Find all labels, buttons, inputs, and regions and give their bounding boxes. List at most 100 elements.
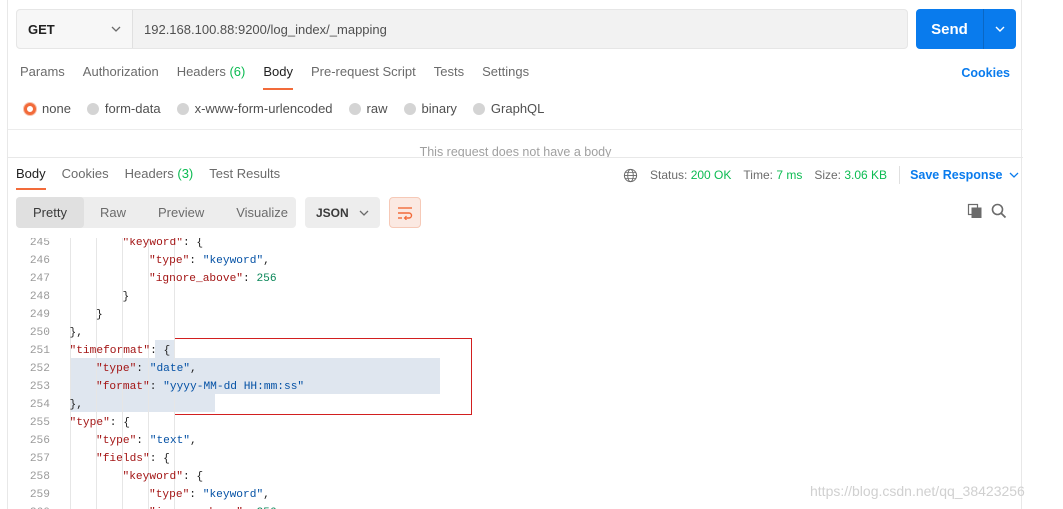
status-value[interactable]: 200 OK bbox=[691, 168, 732, 182]
json-punctuation: : { bbox=[182, 471, 204, 483]
json-punctuation: , bbox=[190, 435, 197, 447]
json-punctuation: : { bbox=[109, 417, 130, 429]
tab-tests[interactable]: Tests bbox=[434, 62, 464, 90]
tab-body[interactable]: Body bbox=[263, 62, 293, 90]
radio-none[interactable]: none bbox=[24, 101, 71, 116]
json-punctuation: : bbox=[136, 363, 150, 375]
send-options-button[interactable] bbox=[984, 9, 1016, 49]
tab-label: Test Results bbox=[209, 166, 281, 181]
status-label: Status: bbox=[650, 168, 688, 182]
json-punctuation: , bbox=[263, 489, 270, 501]
radio-label: binary bbox=[421, 101, 457, 116]
size-value[interactable]: 3.06 KB bbox=[844, 168, 887, 182]
tab-label: Pre-request Script bbox=[310, 64, 416, 79]
json-punctuation: : { bbox=[182, 238, 204, 249]
line-number: 246 bbox=[29, 255, 50, 267]
save-response-button[interactable]: Save Response bbox=[910, 168, 1002, 182]
view-preview[interactable]: Preview bbox=[142, 197, 220, 228]
view-raw[interactable]: Raw bbox=[84, 197, 142, 228]
code-line: 248} bbox=[8, 288, 1023, 306]
format-select[interactable]: JSON bbox=[305, 197, 380, 228]
line-number: 254 bbox=[29, 399, 50, 411]
radio-dot bbox=[24, 102, 36, 115]
json-punctuation: : bbox=[189, 255, 203, 267]
json-key: "ignore_above" bbox=[149, 273, 243, 285]
line-number: 249 bbox=[29, 309, 50, 321]
radio-x-www-form-urlencoded[interactable]: x-www-form-urlencoded bbox=[176, 101, 333, 116]
response-meta: Status: 200 OK Time: 7 ms Size: 3.06 KB … bbox=[623, 166, 1020, 184]
radio-raw[interactable]: raw bbox=[348, 101, 388, 116]
response-tab-body[interactable]: Body bbox=[16, 166, 46, 190]
tab-pre-request-script[interactable]: Pre-request Script bbox=[311, 62, 416, 90]
line-number: 259 bbox=[29, 489, 50, 501]
code-text: }, bbox=[70, 324, 83, 342]
copy-icon[interactable] bbox=[967, 203, 983, 219]
json-key: "fields" bbox=[96, 453, 150, 465]
headers-count: (3) bbox=[177, 166, 194, 181]
view-pretty[interactable]: Pretty bbox=[16, 197, 84, 228]
radio-binary[interactable]: binary bbox=[403, 101, 457, 116]
code-text: "type": "text", bbox=[96, 432, 197, 450]
wrap-lines-button[interactable] bbox=[389, 197, 421, 228]
request-tabs: Params Authorization Headers (6) Body Pr… bbox=[20, 62, 547, 90]
cookies-link[interactable]: Cookies bbox=[961, 66, 1010, 80]
response-tab-cookies[interactable]: Cookies bbox=[62, 166, 109, 190]
json-number: 256 bbox=[256, 273, 277, 285]
radio-dot bbox=[86, 102, 99, 115]
radio-dot bbox=[348, 102, 361, 115]
json-key: "type" bbox=[69, 417, 110, 429]
send-button[interactable]: Send bbox=[916, 9, 1016, 49]
radio-label: raw bbox=[366, 101, 388, 116]
watermark: https://blog.csdn.net/qq_38423256 bbox=[810, 483, 1025, 499]
code-line: 257 "fields": { bbox=[8, 450, 1023, 468]
response-tab-headers[interactable]: Headers (3) bbox=[125, 166, 194, 190]
time-value[interactable]: 7 ms bbox=[776, 168, 802, 182]
json-key: "type" bbox=[149, 489, 190, 501]
url-input[interactable]: 192.168.100.88:9200/log_index/_mapping bbox=[133, 10, 907, 48]
format-label: JSON bbox=[316, 205, 349, 220]
code-line: 260 "ignore_above": 256 bbox=[8, 504, 1023, 509]
json-punctuation: , bbox=[263, 255, 270, 267]
method-select[interactable]: GET bbox=[17, 10, 133, 48]
radio-dot bbox=[176, 102, 189, 115]
radio-dot bbox=[403, 102, 416, 115]
json-string: "keyword" bbox=[202, 255, 264, 267]
search-icon[interactable] bbox=[991, 203, 1007, 219]
line-number: 252 bbox=[29, 363, 50, 375]
code-line: 250}, bbox=[8, 324, 1023, 342]
tab-params[interactable]: Params bbox=[20, 62, 65, 90]
tab-label: Body bbox=[263, 64, 293, 79]
radio-form-data[interactable]: form-data bbox=[86, 101, 161, 116]
radio-graphql[interactable]: GraphQL bbox=[472, 101, 544, 116]
code-text: "ignore_above": 256 bbox=[149, 504, 277, 509]
tab-authorization[interactable]: Authorization bbox=[83, 62, 159, 90]
radio-label: form-data bbox=[104, 101, 161, 116]
tab-settings[interactable]: Settings bbox=[482, 62, 529, 90]
code-line: 251 "timeformat": { bbox=[8, 342, 1023, 360]
json-key: "type" bbox=[96, 363, 137, 375]
line-number: 258 bbox=[29, 471, 50, 483]
json-punctuation: }, bbox=[69, 327, 83, 339]
size-label: Size: bbox=[814, 168, 842, 182]
code-text: "type": "date", bbox=[96, 360, 197, 378]
tab-label: Tests bbox=[433, 64, 465, 79]
line-number: 250 bbox=[29, 327, 50, 339]
response-tab-test-results[interactable]: Test Results bbox=[209, 166, 280, 190]
radio-dot bbox=[472, 102, 485, 115]
code-text: "keyword": { bbox=[123, 468, 204, 486]
json-key: "keyword" bbox=[122, 238, 183, 249]
tab-headers[interactable]: Headers (6) bbox=[177, 62, 246, 90]
json-punctuation: : bbox=[243, 273, 257, 285]
line-number: 245 bbox=[29, 238, 50, 249]
no-body-message: This request does not have a body bbox=[419, 145, 612, 157]
code-text: }, bbox=[70, 396, 83, 414]
json-punctuation: : { bbox=[150, 345, 171, 357]
response-body-editor[interactable]: 245 "keyword": {246 "type": "keyword", 247 "… bbox=[8, 238, 1023, 509]
globe-icon[interactable] bbox=[623, 168, 638, 183]
view-visualize[interactable]: Visualize bbox=[220, 197, 304, 228]
send-label: Send bbox=[916, 9, 984, 49]
code-line: 256 "type": "text", bbox=[8, 432, 1023, 450]
line-number: 257 bbox=[29, 453, 50, 465]
code-line: 247 "ignore_above": 256 bbox=[8, 270, 1023, 288]
code-line: 246 "type": "keyword", bbox=[8, 252, 1023, 270]
